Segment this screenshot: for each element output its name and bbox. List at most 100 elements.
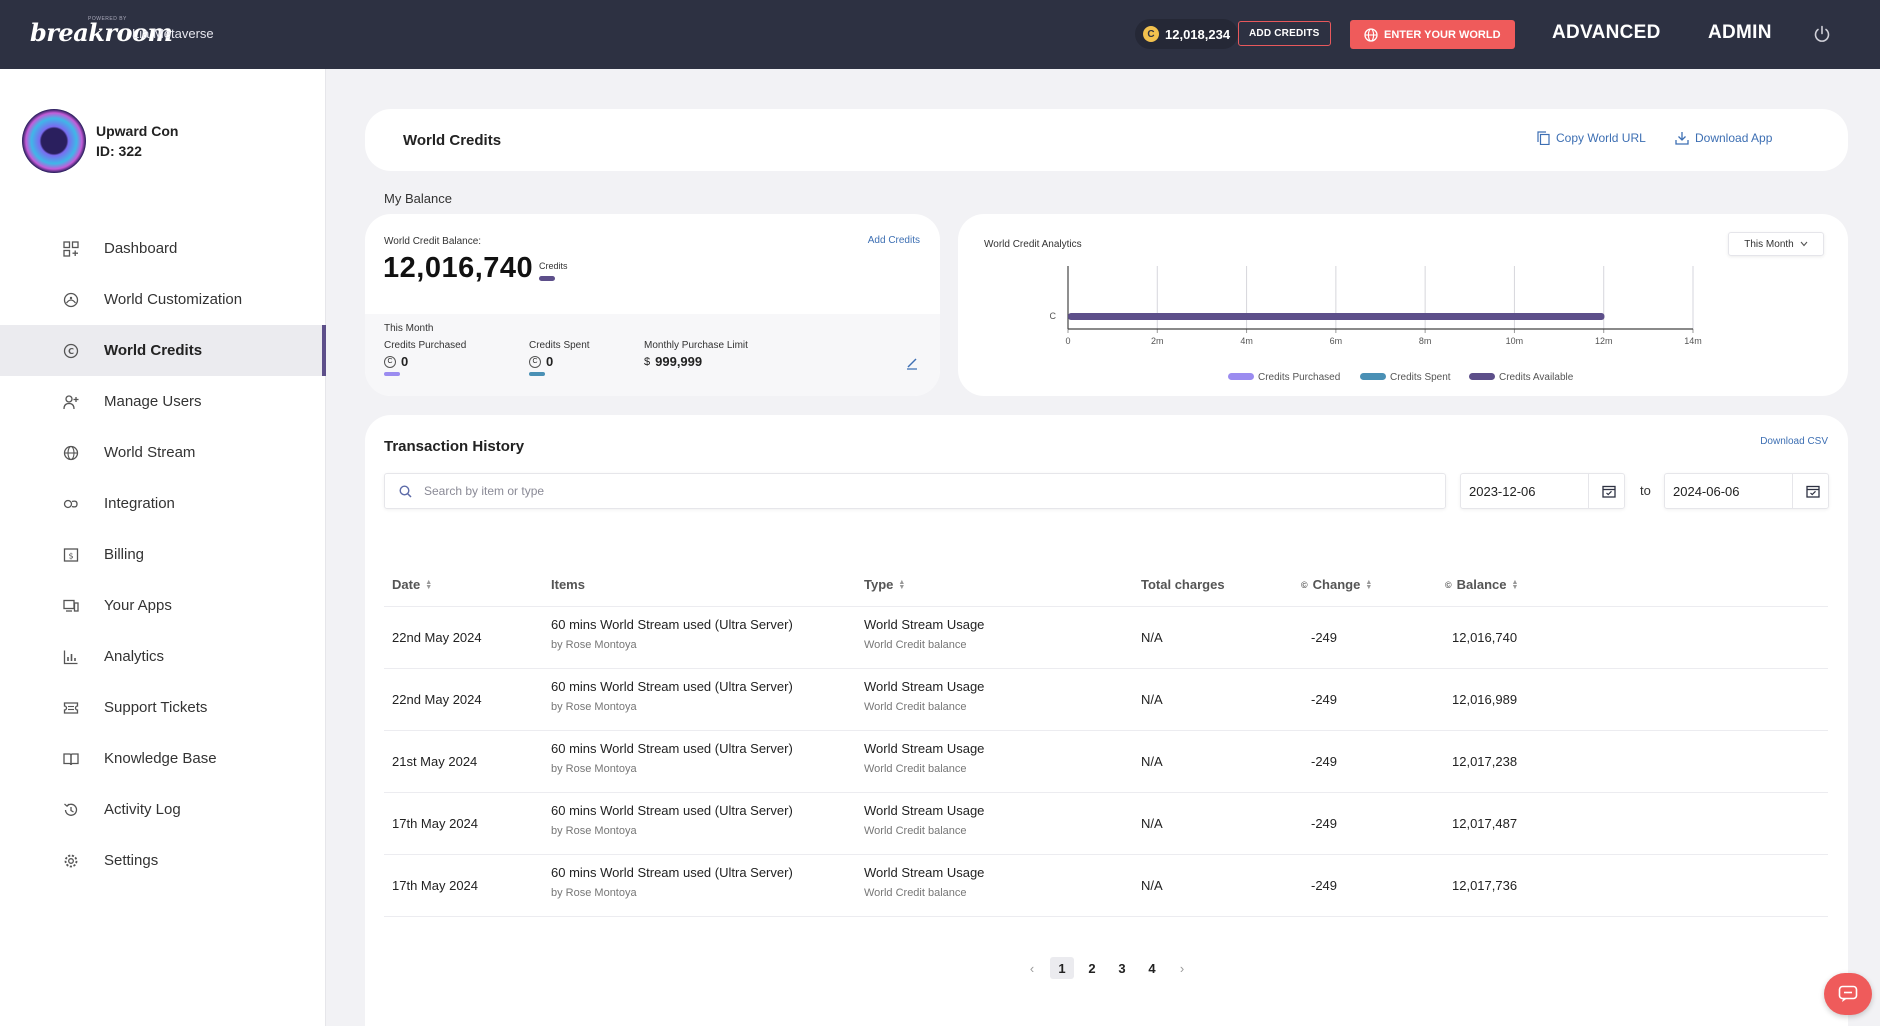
enter-your-world-button[interactable]: ENTER YOUR WORLD: [1350, 20, 1515, 49]
nav-advanced[interactable]: ADVANCED: [1552, 22, 1661, 44]
sidebar: Upward Con ID: 322 Dashboard World Custo…: [0, 69, 326, 1026]
sidebar-item-your-apps[interactable]: Your Apps: [0, 580, 326, 631]
page-2-button[interactable]: 2: [1080, 957, 1104, 979]
nav-admin[interactable]: ADMIN: [1708, 22, 1772, 44]
row-date: 22nd May 2024: [392, 692, 482, 707]
row-date: 22nd May 2024: [392, 630, 482, 645]
palette-icon: [62, 291, 80, 309]
sidebar-item-activity-log[interactable]: Activity Log: [0, 784, 326, 835]
x-tick-label: 4m: [1240, 336, 1253, 346]
row-balance: 12,017,736: [1452, 878, 1518, 893]
sidebar-item-label: Knowledge Base: [104, 750, 217, 767]
download-csv-link[interactable]: Download CSV: [1760, 436, 1828, 447]
calendar-icon[interactable]: [1602, 484, 1616, 498]
row-type: World Stream Usage World Credit balance: [864, 617, 984, 651]
column-type-label: Type: [864, 577, 894, 592]
sidebar-item-analytics[interactable]: Analytics: [0, 631, 326, 682]
chat-support-button[interactable]: [1824, 973, 1872, 1015]
row-change: -249: [1311, 878, 1338, 893]
column-change[interactable]: © Change ▲ ▼: [1301, 577, 1372, 592]
page-header: World Credits Copy World URL Download Ap…: [365, 109, 1848, 171]
x-tick-label: 0: [1065, 336, 1070, 346]
transaction-table: Date ▲ ▼ Items Type ▲ ▼ Total charges © Ch…: [384, 563, 1828, 917]
sidebar-item-settings[interactable]: Settings: [0, 835, 326, 886]
profile: Upward Con ID: 322: [22, 109, 178, 173]
credits-purchased-stat: Credits Purchased C 0: [384, 340, 466, 376]
search-input[interactable]: [424, 484, 1324, 498]
row-item: 60 mins World Stream used (Ultra Server)…: [551, 803, 793, 837]
row-type: World Stream Usage World Credit balance: [864, 865, 984, 899]
this-month-label: This Month: [384, 323, 434, 334]
sidebar-item-label: Activity Log: [104, 801, 181, 818]
x-tick-label: 12m: [1595, 336, 1613, 346]
purchased-color-indicator: [384, 372, 400, 376]
profile-name: Upward Con: [96, 123, 179, 139]
column-date[interactable]: Date ▲ ▼: [392, 577, 432, 592]
column-total-charges-label: Total charges: [1141, 577, 1225, 592]
y-category-label: C: [1050, 311, 1057, 321]
column-items: Items: [551, 577, 585, 592]
sidebar-item-world-customization[interactable]: World Customization: [0, 274, 326, 325]
sidebar-item-integration[interactable]: Integration: [0, 478, 326, 529]
svg-text:$: $: [68, 551, 73, 560]
page-4-button[interactable]: 4: [1140, 957, 1164, 979]
profile-id: ID: 322: [96, 143, 142, 159]
row-type-sub: World Credit balance: [864, 701, 967, 713]
sidebar-item-support-tickets[interactable]: Support Tickets: [0, 682, 326, 733]
legend-label: Credits Purchased: [1258, 372, 1340, 383]
balance-unit: Credits: [539, 261, 568, 271]
row-change: -249: [1311, 630, 1338, 645]
add-credits-link[interactable]: Add Credits: [868, 235, 920, 246]
add-credits-button[interactable]: ADD CREDITS: [1238, 21, 1331, 46]
analytics-card: World Credit Analytics This Month 0 2m 4m 6…: [958, 214, 1848, 396]
date-to-field[interactable]: 2024-06-06: [1664, 473, 1829, 509]
row-item-author: by Rose Montoya: [551, 701, 637, 713]
column-type[interactable]: Type ▲ ▼: [864, 577, 905, 592]
sidebar-item-dashboard[interactable]: Dashboard: [0, 223, 326, 274]
sidebar-item-label: World Credits: [104, 342, 203, 359]
sidebar-item-label: Billing: [104, 546, 145, 563]
previous-page-button[interactable]: ‹: [1020, 957, 1044, 979]
sidebar-item-billing[interactable]: $ Billing: [0, 529, 326, 580]
legend-swatch: [1228, 373, 1254, 380]
sidebar-item-manage-users[interactable]: Manage Users: [0, 376, 326, 427]
column-change-label: Change: [1312, 577, 1361, 592]
search-icon: [399, 484, 412, 498]
date-range-to-label: to: [1640, 483, 1651, 498]
coin-icon: ©: [1301, 579, 1308, 590]
copy-world-url-button[interactable]: Copy World URL: [1537, 131, 1646, 145]
top-bar: breakroom POWERED BY Lia Metaverse C 12,…: [0, 0, 1880, 69]
page-3-button[interactable]: 3: [1110, 957, 1134, 979]
edit-icon[interactable]: [905, 356, 919, 370]
row-date: 17th May 2024: [392, 816, 479, 831]
x-tick-label: 6m: [1330, 336, 1343, 346]
row-change: -249: [1311, 692, 1338, 707]
monthly-limit-stat: Monthly Purchase Limit $ 999,999: [644, 340, 748, 369]
calendar-icon[interactable]: [1806, 484, 1820, 498]
row-balance: 12,017,487: [1452, 816, 1518, 831]
page-1-button[interactable]: 1: [1050, 957, 1074, 979]
table-body: 22nd May 2024 60 mins World Stream used (…: [384, 607, 1828, 917]
row-total-charges: N/A: [1141, 816, 1163, 831]
row-total-charges: N/A: [1141, 878, 1163, 893]
row-item: 60 mins World Stream used (Ultra Server)…: [551, 865, 793, 899]
column-balance[interactable]: © Balance ▲ ▼: [1445, 577, 1518, 592]
dollar-sign: $: [644, 355, 651, 368]
sidebar-item-knowledge-base[interactable]: Knowledge Base: [0, 733, 326, 784]
row-type-title: World Stream Usage: [864, 865, 985, 880]
pagination: ‹ 1 2 3 4 ›: [1020, 957, 1194, 979]
download-app-button[interactable]: Download App: [1675, 131, 1772, 145]
row-date: 17th May 2024: [392, 878, 479, 893]
next-page-button[interactable]: ›: [1170, 957, 1194, 979]
search-field[interactable]: [384, 473, 1446, 509]
chat-icon: [1838, 985, 1858, 1002]
avatar[interactable]: [22, 109, 86, 173]
sidebar-item-world-credits[interactable]: C World Credits: [0, 325, 326, 376]
sidebar-item-world-stream[interactable]: World Stream: [0, 427, 326, 478]
x-tick-label: 10m: [1506, 336, 1524, 346]
x-tick-label: 14m: [1684, 336, 1702, 346]
power-icon[interactable]: [1812, 24, 1832, 44]
sidebar-item-label: Settings: [104, 852, 159, 869]
my-balance-heading: My Balance: [384, 191, 452, 206]
date-from-field[interactable]: 2023-12-06: [1460, 473, 1625, 509]
